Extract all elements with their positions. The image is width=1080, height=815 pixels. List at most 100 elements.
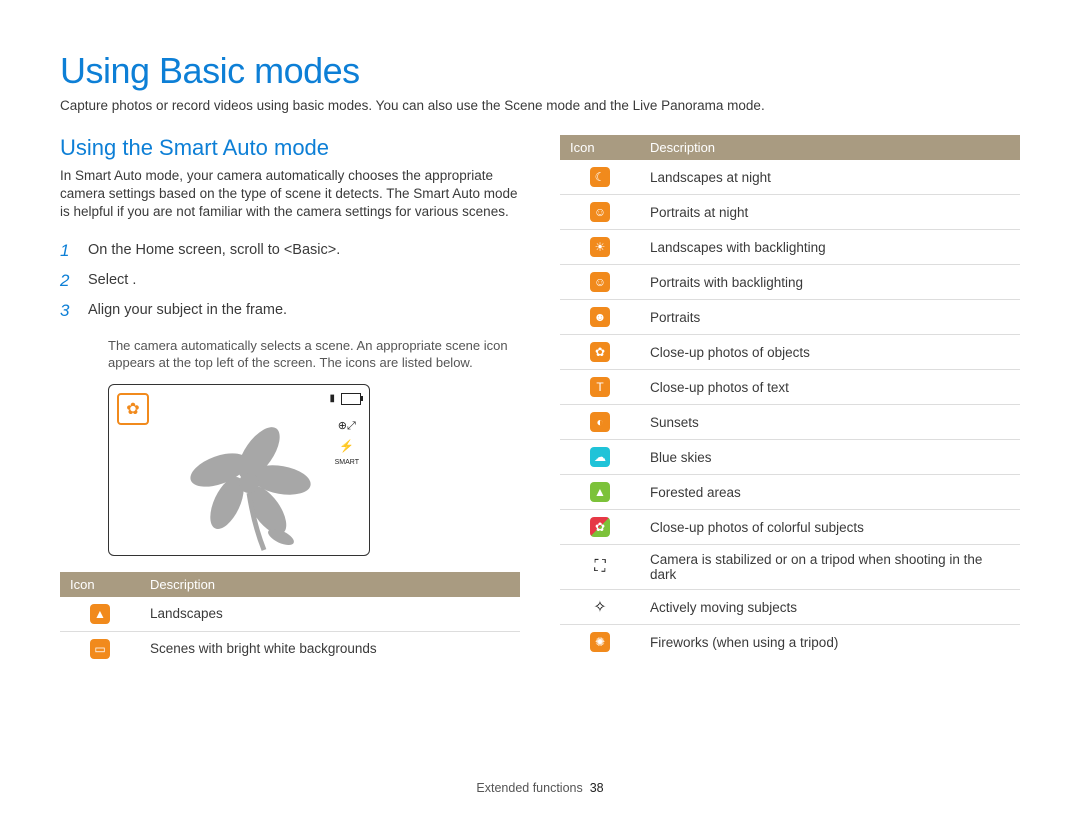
bar-icon: ▮ — [329, 393, 335, 404]
step-item: 2 Select . — [60, 266, 520, 296]
footer-section: Extended functions — [476, 781, 582, 795]
table-row: ▲ Landscapes — [60, 597, 520, 632]
th-description: Description — [140, 572, 520, 597]
table-row: ✧ Actively moving subjects — [560, 590, 1020, 625]
icon-cell: ✧ — [560, 590, 640, 625]
scene-icon: ☁ — [590, 447, 610, 467]
intro-text: Capture photos or record videos using ba… — [60, 98, 1020, 113]
section-heading: Using the Smart Auto mode — [60, 135, 520, 161]
description-cell: Close-up photos of objects — [640, 335, 1020, 370]
zoom-icon: ⊕⤢ — [338, 419, 356, 433]
description-cell: Portraits — [640, 300, 1020, 335]
table-row: ✺ Fireworks (when using a tripod) — [560, 625, 1020, 660]
scene-icon: ✧ — [590, 597, 610, 617]
th-icon: Icon — [60, 572, 140, 597]
scene-icon: ▲ — [590, 482, 610, 502]
table-row: ☀ Landscapes with backlighting — [560, 230, 1020, 265]
step-number: 3 — [60, 301, 88, 321]
description-cell: Close-up photos of text — [640, 370, 1020, 405]
battery-icon — [341, 393, 361, 405]
icon-cell: ✿ — [560, 510, 640, 545]
right-column: Icon Description ☾ Landscapes at night ☺ Po… — [560, 135, 1020, 666]
scene-icon: ☺ — [590, 272, 610, 292]
description-cell: Actively moving subjects — [640, 590, 1020, 625]
th-description: Description — [640, 135, 1020, 160]
step-item: 3 Align your subject in the frame. — [60, 296, 520, 326]
icon-cell: ✿ — [560, 335, 640, 370]
step-text: On the Home screen, scroll to <Basic>. — [88, 241, 340, 261]
flash-icon: ⚡ — [339, 439, 354, 453]
table-row: ☻ Portraits — [560, 300, 1020, 335]
flower-illustration — [169, 425, 329, 555]
icon-table-right: Icon Description ☾ Landscapes at night ☺ Po… — [560, 135, 1020, 659]
table-row: ▲ Forested areas — [560, 475, 1020, 510]
left-column: Using the Smart Auto mode In Smart Auto … — [60, 135, 520, 666]
icon-table-left: Icon Description ▲ Landscapes ▭ Scenes with… — [60, 572, 520, 666]
scene-icon: T — [590, 377, 610, 397]
description-cell: Scenes with bright white backgrounds — [140, 631, 520, 666]
table-row: ⛶ Camera is stabilized or on a tripod whe… — [560, 545, 1020, 590]
macro-mode-icon: ✿ — [117, 393, 149, 425]
step-text: Select . — [88, 271, 136, 291]
table-row: T Close-up photos of text — [560, 370, 1020, 405]
page-title: Using Basic modes — [60, 50, 1020, 92]
step-number: 1 — [60, 241, 88, 261]
scene-icon: ⛶ — [590, 557, 610, 577]
camera-preview-illustration: ✿ ▮ ⊕⤢ ⚡ SMART — [108, 384, 370, 556]
icon-cell: ▲ — [560, 475, 640, 510]
step-number: 2 — [60, 271, 88, 291]
icon-cell: T — [560, 370, 640, 405]
table-row: ☁ Blue skies — [560, 440, 1020, 475]
icon-cell: ✺ — [560, 625, 640, 660]
step-item: 1 On the Home screen, scroll to <Basic>. — [60, 236, 520, 266]
icon-cell: ⛶ — [560, 545, 640, 590]
icon-cell: ☺ — [560, 265, 640, 300]
table-row: ◐ Sunsets — [560, 405, 1020, 440]
th-icon: Icon — [560, 135, 640, 160]
table-row: ▭ Scenes with bright white backgrounds — [60, 631, 520, 666]
smart-label: SMART — [335, 459, 359, 466]
description-cell: Landscapes with backlighting — [640, 230, 1020, 265]
icon-cell: ☀ — [560, 230, 640, 265]
section-paragraph: In Smart Auto mode, your camera automati… — [60, 167, 520, 222]
right-icon-stack: ⊕⤢ ⚡ SMART — [335, 419, 359, 466]
icon-cell: ◐ — [560, 405, 640, 440]
table-row: ☾ Landscapes at night — [560, 160, 1020, 195]
description-cell: Portraits with backlighting — [640, 265, 1020, 300]
table-row: ☺ Portraits at night — [560, 195, 1020, 230]
scene-icon: ▭ — [90, 639, 110, 659]
table-row: ✿ Close-up photos of colorful subjects — [560, 510, 1020, 545]
step-text: Align your subject in the frame. — [88, 301, 287, 321]
scene-icon: ☻ — [590, 307, 610, 327]
description-cell: Portraits at night — [640, 195, 1020, 230]
scene-icon: ☀ — [590, 237, 610, 257]
scene-icon: ✿ — [590, 517, 610, 537]
steps-list: 1 On the Home screen, scroll to <Basic>.… — [60, 236, 520, 327]
description-cell: Camera is stabilized or on a tripod when… — [640, 545, 1020, 590]
scene-icon: ✺ — [590, 632, 610, 652]
description-cell: Sunsets — [640, 405, 1020, 440]
description-cell: Landscapes at night — [640, 160, 1020, 195]
footer-page-number: 38 — [590, 781, 604, 795]
page-footer: Extended functions 38 — [0, 781, 1080, 795]
icon-cell: ☺ — [560, 195, 640, 230]
scene-icon: ☺ — [590, 202, 610, 222]
description-cell: Fireworks (when using a tripod) — [640, 625, 1020, 660]
icon-cell: ▭ — [60, 631, 140, 666]
icon-cell: ☁ — [560, 440, 640, 475]
icon-cell: ☻ — [560, 300, 640, 335]
table-row: ☺ Portraits with backlighting — [560, 265, 1020, 300]
scene-icon: ◐ — [590, 412, 610, 432]
description-cell: Forested areas — [640, 475, 1020, 510]
scene-icon: ✿ — [590, 342, 610, 362]
icon-cell: ▲ — [60, 597, 140, 632]
description-cell: Close-up photos of colorful subjects — [640, 510, 1020, 545]
table-row: ✿ Close-up photos of objects — [560, 335, 1020, 370]
two-column-layout: Using the Smart Auto mode In Smart Auto … — [60, 135, 1020, 666]
description-cell: Blue skies — [640, 440, 1020, 475]
icon-cell: ☾ — [560, 160, 640, 195]
status-icons: ▮ — [329, 393, 361, 405]
description-cell: Landscapes — [140, 597, 520, 632]
scene-icon: ▲ — [90, 604, 110, 624]
scene-icon: ☾ — [590, 167, 610, 187]
